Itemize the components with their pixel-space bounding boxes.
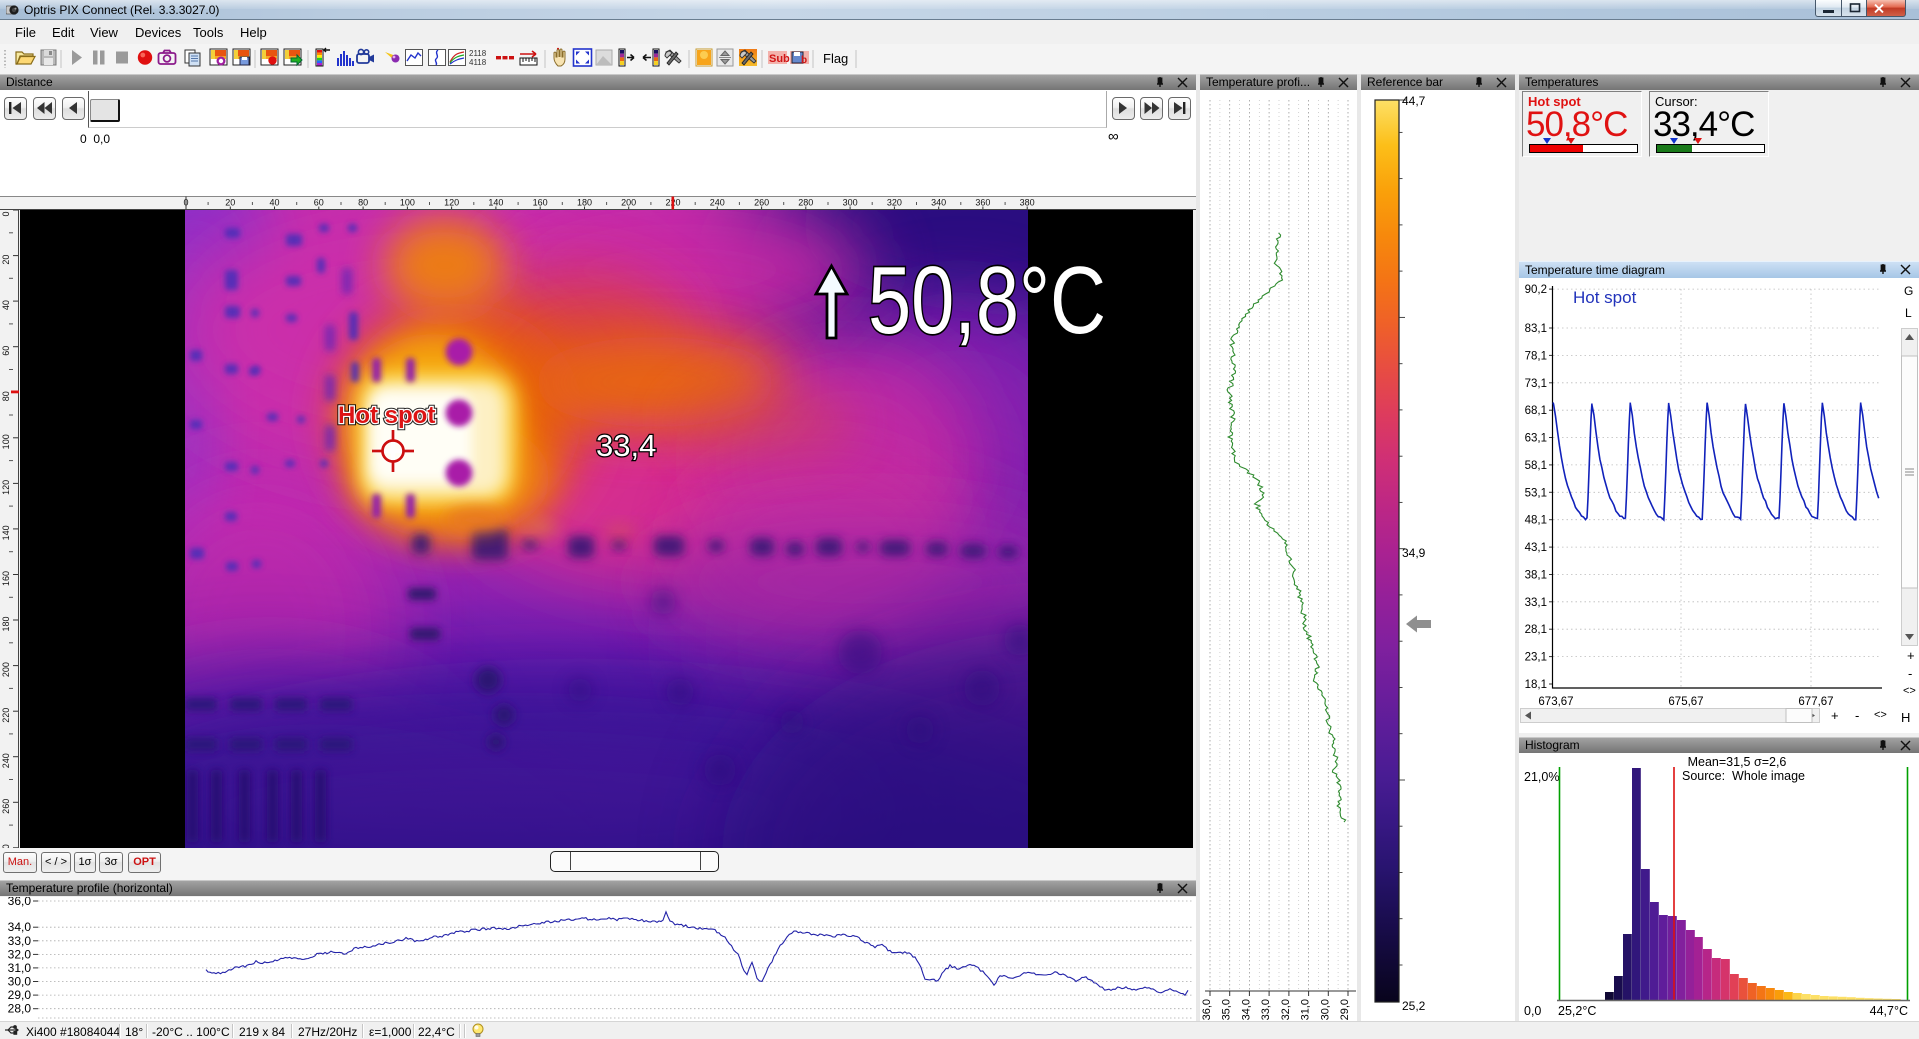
svg-text:25,2: 25,2 [1402,999,1426,1013]
svg-text:33,1: 33,1 [1525,597,1547,609]
svg-text:34,0: 34,0 [8,920,32,934]
svg-text:80: 80 [358,198,368,208]
svg-text:44,7°C: 44,7°C [1870,1004,1908,1018]
svg-text:31,0: 31,0 [1300,999,1312,1020]
svg-text:360: 360 [975,198,990,208]
svg-text:28,0: 28,0 [8,1002,32,1016]
svg-text:73,1: 73,1 [1525,378,1547,390]
svg-text:320: 320 [887,198,902,208]
svg-text:200: 200 [1,662,11,677]
svg-text:36,0: 36,0 [8,897,32,908]
svg-text:120: 120 [1,480,11,495]
svg-text:32,0: 32,0 [8,947,32,961]
svg-text:100: 100 [1,434,11,449]
svg-text:0,0: 0,0 [1524,1004,1541,1018]
svg-text:25,2°C: 25,2°C [1558,1004,1596,1018]
svg-text:160: 160 [533,198,548,208]
svg-text:2118: 2118 [469,49,487,58]
svg-text:30,0: 30,0 [8,975,32,989]
svg-text:44,7: 44,7 [1402,94,1426,108]
svg-text:29,0: 29,0 [8,988,32,1002]
svg-text:33,4: 33,4 [596,428,656,463]
svg-text:120: 120 [444,198,459,208]
svg-text:140: 140 [488,198,503,208]
svg-text:260: 260 [754,198,769,208]
svg-text:Hot spot: Hot spot [1573,288,1637,307]
svg-text:240: 240 [710,198,725,208]
svg-text:50,8°C: 50,8°C [868,247,1106,354]
svg-text:340: 340 [931,198,946,208]
svg-text:677,67: 677,67 [1798,696,1833,708]
svg-text:32,0: 32,0 [1280,999,1292,1020]
svg-text:36,0: 36,0 [1201,999,1213,1020]
svg-text:63,1: 63,1 [1525,433,1547,445]
svg-text:Sub: Sub [769,53,790,65]
svg-text:23,1: 23,1 [1525,652,1547,664]
svg-text:43,1: 43,1 [1525,542,1547,554]
svg-text:260: 260 [1,799,11,814]
svg-text:675,67: 675,67 [1668,696,1703,708]
svg-text:180: 180 [1,616,11,631]
svg-text:40: 40 [1,300,11,310]
svg-text:83,1: 83,1 [1525,323,1547,335]
svg-text:78,1: 78,1 [1525,350,1547,362]
svg-text:20: 20 [225,198,235,208]
svg-text:140: 140 [1,525,11,540]
svg-text:20: 20 [1,255,11,265]
svg-text:31,0: 31,0 [8,961,32,975]
svg-text:28,1: 28,1 [1525,624,1547,636]
svg-text:18,1: 18,1 [1525,679,1547,691]
svg-text:48,1: 48,1 [1525,515,1547,527]
svg-text:180: 180 [577,198,592,208]
svg-text:40: 40 [269,198,279,208]
svg-text:34,0: 34,0 [1240,999,1252,1020]
svg-text:33,0: 33,0 [1260,999,1272,1020]
svg-text:30,0: 30,0 [1319,999,1331,1020]
svg-text:29,0: 29,0 [1339,999,1351,1020]
svg-text:33,0: 33,0 [8,934,32,948]
svg-text:Flag: Flag [823,51,848,66]
svg-text:220: 220 [1,708,11,723]
svg-text:280: 280 [798,198,813,208]
svg-text:Mean=31,5 σ=2,6: Mean=31,5 σ=2,6 [1688,755,1787,769]
svg-text:58,1: 58,1 [1525,460,1547,472]
svg-text:68,1: 68,1 [1525,405,1547,417]
svg-text:38,1: 38,1 [1525,570,1547,582]
svg-text:100: 100 [400,198,415,208]
svg-text:21,0%: 21,0% [1524,770,1559,784]
svg-text:53,1: 53,1 [1525,487,1547,499]
svg-text:35,0: 35,0 [1221,999,1233,1020]
svg-text:60: 60 [314,198,324,208]
svg-text:240: 240 [1,753,11,768]
svg-text:34,9: 34,9 [1402,546,1426,560]
svg-text:0: 0 [1,211,11,216]
svg-text:60: 60 [1,346,11,356]
svg-text:160: 160 [1,571,11,586]
svg-text:4118: 4118 [469,58,487,67]
svg-text:b: b [801,55,807,66]
svg-text:90,2: 90,2 [1525,284,1547,296]
svg-text:Source: Whole image: Source: Whole image [1682,769,1805,783]
svg-text:300: 300 [843,198,858,208]
svg-text:80: 80 [1,391,11,401]
svg-text:673,67: 673,67 [1538,696,1573,708]
svg-text:380: 380 [1020,198,1035,208]
svg-text:Hot spot: Hot spot [338,402,435,429]
svg-text:200: 200 [621,198,636,208]
